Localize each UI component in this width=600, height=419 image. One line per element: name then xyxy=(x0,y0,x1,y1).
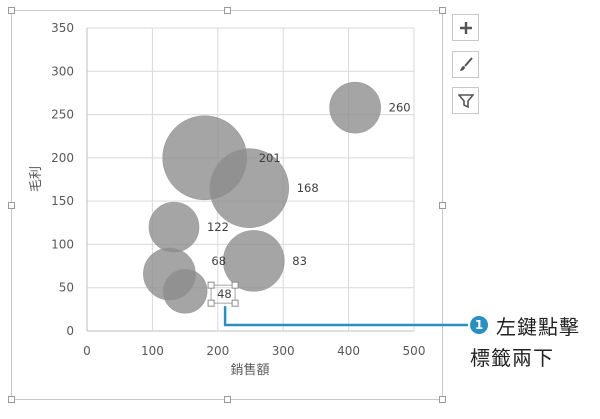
x-tick-label: 200 xyxy=(206,344,229,358)
chart-styles-button[interactable] xyxy=(452,51,479,78)
data-label[interactable]: 48 xyxy=(217,287,232,301)
callout-connector-line xyxy=(223,306,468,327)
data-label[interactable]: 201 xyxy=(259,151,281,165)
instruction-text-line1: 左鍵點擊 xyxy=(496,315,580,339)
data-label[interactable]: 122 xyxy=(207,220,229,234)
x-tick-label: 500 xyxy=(403,344,426,358)
bubble[interactable] xyxy=(148,201,200,253)
y-tick-label: 250 xyxy=(51,108,74,122)
x-tick-label: 0 xyxy=(83,344,91,358)
label-handle[interactable] xyxy=(231,299,239,307)
filter-icon xyxy=(457,93,474,108)
y-axis-title: 毛利 xyxy=(29,166,44,192)
label-handle[interactable] xyxy=(207,299,215,307)
data-label[interactable]: 68 xyxy=(211,254,226,268)
y-tick-label: 50 xyxy=(59,281,74,295)
data-label[interactable]: 260 xyxy=(389,101,411,115)
bubble[interactable] xyxy=(329,81,381,134)
y-tick-label: 350 xyxy=(51,21,74,35)
data-label[interactable]: 83 xyxy=(292,254,307,268)
plus-icon xyxy=(459,21,472,34)
x-tick-label: 100 xyxy=(141,344,164,358)
label-handle[interactable] xyxy=(207,281,215,289)
x-tick-label: 300 xyxy=(272,344,295,358)
y-tick-label: 200 xyxy=(51,151,74,165)
y-tick-label: 150 xyxy=(51,194,74,208)
x-tick-label: 400 xyxy=(337,344,360,358)
y-tick-label: 300 xyxy=(51,64,74,78)
bubble-series xyxy=(143,81,381,314)
step-number-badge: 1 xyxy=(470,316,488,334)
chart-elements-button[interactable] xyxy=(452,14,479,41)
brush-icon xyxy=(459,56,473,71)
label-handle[interactable] xyxy=(231,281,239,289)
instruction-text-line2: 標籤兩下 xyxy=(470,346,554,370)
y-tick-label: 0 xyxy=(66,324,74,338)
data-label[interactable]: 168 xyxy=(297,181,319,195)
x-axis-title: 銷售額 xyxy=(230,362,269,378)
y-tick-label: 100 xyxy=(51,237,74,251)
chart-filters-button[interactable] xyxy=(452,87,479,114)
bubble[interactable] xyxy=(162,268,208,314)
